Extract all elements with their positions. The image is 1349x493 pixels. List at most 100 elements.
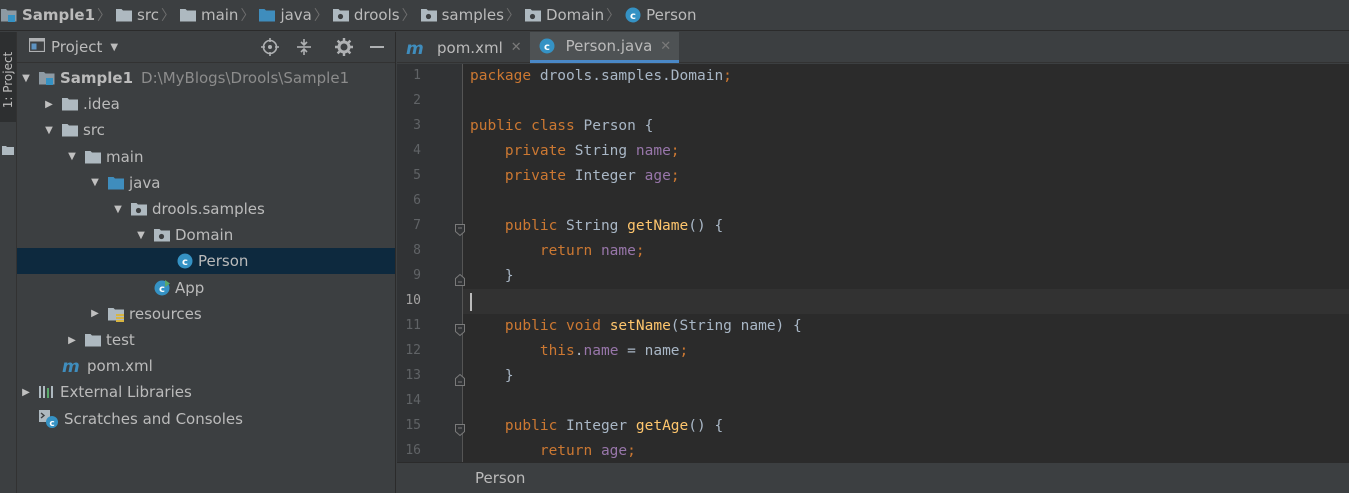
line-number[interactable]: 9 — [397, 268, 421, 283]
close-icon[interactable]: ✕ — [511, 40, 522, 55]
tree-item-src[interactable]: ▼ src — [17, 117, 395, 143]
code-line[interactable] — [470, 189, 1349, 214]
expanded-arrow-icon[interactable]: ▼ — [112, 203, 124, 215]
code-line[interactable]: public void setName(String name) { — [470, 314, 1349, 339]
tree-item-main[interactable]: ▼ main — [17, 144, 395, 170]
code-line[interactable]: public Integer getAge() { — [470, 414, 1349, 439]
code-editor[interactable]: 1 2 3 4 5 6 7 8 9 10 11 12 13 14 15 16 package drools.s… — [397, 64, 1349, 462]
code-token: = name — [618, 343, 680, 359]
tree-item-label: test — [106, 331, 135, 349]
code-line[interactable]: this.name = name; — [470, 339, 1349, 364]
code-token: public class — [470, 118, 584, 134]
line-number[interactable]: 4 — [397, 143, 421, 158]
code-line[interactable] — [470, 289, 1349, 314]
code-line[interactable]: } — [470, 264, 1349, 289]
hide-icon[interactable] — [366, 36, 388, 58]
tree-item-sample1[interactable]: ▼ Sample1 D:\MyBlogs\Drools\Sample1 — [17, 65, 395, 91]
tree-item-domain[interactable]: ▼ Domain — [17, 222, 395, 248]
tree-item-pom-xml[interactable]: ▶mpom.xml — [17, 353, 395, 379]
code-token: ; — [627, 443, 636, 459]
left-tool-strip: 1: Project — [0, 32, 17, 493]
line-number[interactable]: 7 — [397, 218, 421, 233]
line-number[interactable]: 5 — [397, 168, 421, 183]
breadcrumb-main[interactable]: main — [175, 0, 238, 31]
collapse-all-icon[interactable] — [293, 36, 315, 58]
tree-item-person[interactable]: ▶cPerson — [17, 248, 395, 275]
code-token: public — [504, 218, 567, 234]
code-token: public — [504, 418, 567, 434]
close-icon[interactable]: ✕ — [660, 39, 671, 54]
line-number[interactable]: 1 — [397, 68, 421, 83]
line-number[interactable]: 15 — [397, 418, 421, 433]
line-number[interactable]: 10 — [397, 293, 421, 308]
code-line[interactable]: return age; — [470, 439, 1349, 462]
code-line[interactable]: private Integer age; — [470, 164, 1349, 189]
breadcrumb-java[interactable]: java — [254, 0, 312, 31]
code-token: () { — [688, 418, 724, 434]
line-number[interactable]: 3 — [397, 118, 421, 133]
breadcrumb-label: Domain — [545, 6, 605, 24]
breadcrumb-src[interactable]: src — [111, 0, 159, 31]
code-line[interactable]: return name; — [470, 239, 1349, 264]
line-number[interactable]: 13 — [397, 368, 421, 383]
breadcrumb-label: samples — [441, 6, 504, 24]
tree-item-app[interactable]: ▶cApp — [17, 275, 395, 301]
project-tool-window-tab[interactable]: 1: Project — [0, 32, 16, 122]
tree-item-drools-samples[interactable]: ▼ drools.samples — [17, 196, 395, 222]
line-number[interactable]: 2 — [397, 93, 421, 108]
breadcrumb-domain[interactable]: Domain — [520, 0, 604, 31]
code-token: drools.samples.Domain — [539, 68, 724, 84]
project-view-selector[interactable]: Project ▼ — [17, 37, 118, 56]
code-token: } — [470, 268, 514, 284]
expanded-arrow-icon[interactable]: ▼ — [89, 177, 101, 189]
tree-item-test[interactable]: ▶ test — [17, 327, 395, 353]
collapsed-arrow-icon[interactable]: ▶ — [43, 98, 55, 110]
line-number[interactable]: 16 — [397, 443, 421, 458]
tree-item-external-libraries[interactable]: ▶ External Libraries — [17, 379, 395, 405]
expanded-arrow-icon[interactable]: ▼ — [135, 229, 147, 241]
line-number[interactable]: 12 — [397, 343, 421, 358]
tab-pom-xml[interactable]: m pom.xml ✕ — [397, 32, 530, 63]
tree-item-resources[interactable]: ▶ resources — [17, 301, 395, 327]
locate-icon[interactable] — [259, 36, 281, 58]
line-number[interactable]: 6 — [397, 193, 421, 208]
fold-end-icon[interactable] — [455, 271, 465, 286]
expanded-arrow-icon[interactable]: ▼ — [43, 124, 55, 136]
code-line[interactable] — [470, 389, 1349, 414]
expanded-arrow-icon[interactable]: ▼ — [20, 72, 32, 84]
expanded-arrow-icon[interactable]: ▼ — [66, 151, 78, 163]
breadcrumb-sample1[interactable]: Sample1 — [0, 0, 95, 31]
project-tool-window-label[interactable]: 1: Project — [0, 36, 16, 124]
collapsed-arrow-icon[interactable]: ▶ — [20, 386, 32, 398]
code-line[interactable]: public class Person { — [470, 114, 1349, 139]
settings-icon[interactable] — [333, 36, 355, 58]
line-number[interactable]: 11 — [397, 318, 421, 333]
editor-breadcrumb-person[interactable]: Person — [475, 469, 525, 487]
fold-start-icon[interactable] — [455, 321, 465, 337]
breadcrumb-drools[interactable]: drools — [328, 0, 400, 31]
folder-icon — [61, 96, 79, 112]
line-number[interactable]: 8 — [397, 243, 421, 258]
code-line[interactable]: private String name; — [470, 139, 1349, 164]
tab-person-java[interactable]: c Person.java ✕ — [529, 32, 680, 63]
collapsed-arrow-icon[interactable]: ▶ — [66, 334, 78, 346]
code-line[interactable]: public String getName() { — [470, 214, 1349, 239]
editor-gutter[interactable]: 1 2 3 4 5 6 7 8 9 10 11 12 13 14 15 16 — [397, 64, 465, 462]
tree-item-label: App — [175, 278, 205, 297]
breadcrumb-samples[interactable]: samples — [416, 0, 504, 31]
code-line[interactable]: } — [470, 364, 1349, 389]
line-number[interactable]: 14 — [397, 393, 421, 408]
collapsed-arrow-icon[interactable]: ▶ — [89, 308, 101, 320]
tree-item-scratches-and-consoles[interactable]: ▶cScratches and Consoles — [17, 406, 395, 432]
fold-start-icon[interactable] — [455, 221, 465, 237]
tree-item-idea[interactable]: ▶ .idea — [17, 91, 395, 117]
code-line[interactable] — [470, 89, 1349, 114]
breadcrumb-person[interactable]: c Person — [620, 0, 697, 31]
fold-end-icon[interactable] — [455, 371, 465, 386]
fold-start-icon[interactable] — [455, 421, 465, 437]
tree-item-java[interactable]: ▼ java — [17, 170, 395, 196]
resources-folder-icon — [107, 306, 125, 322]
code-line[interactable]: package drools.samples.Domain; — [470, 64, 1349, 89]
